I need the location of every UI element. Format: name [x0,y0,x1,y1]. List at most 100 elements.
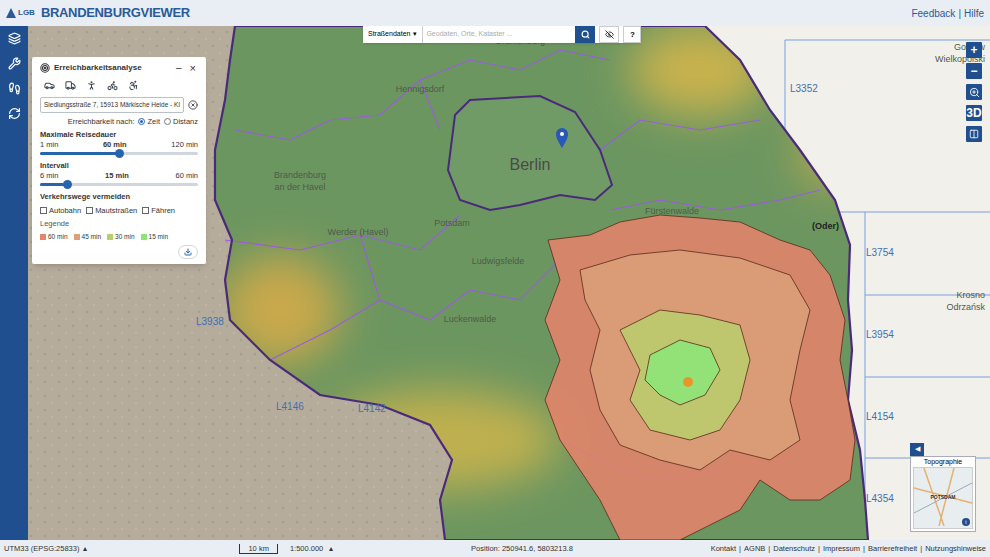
app: LGB BRANDENBURGVIEWER Feedback | Hilfe Berlin… [0,0,990,557]
link-separator: | [920,543,922,554]
info-button[interactable]: i [962,518,970,526]
avoid-checkbox[interactable]: Mautstraßen [86,205,137,216]
wheelchair-icon[interactable] [128,80,139,91]
refresh-icon[interactable] [8,107,21,120]
checkbox-box [86,207,93,214]
bike-icon[interactable] [107,80,118,91]
brandenburg-area [215,26,868,540]
tools-icon[interactable] [8,57,21,70]
car-icon[interactable] [44,80,55,91]
slider-min: 6 min [40,171,58,181]
place-label: Odrzańsk [946,302,985,312]
help-button[interactable]: ? [623,26,641,43]
search-bar: Straßendaten▾Geodaten, Orte, Kataster ..… [363,26,641,43]
mode-selector [40,77,198,94]
legend-item: 30 min [107,232,135,242]
avoid-checkbox[interactable]: Fähren [142,205,175,216]
panel-header: Erreichbarkeitsanalyse–× [40,62,198,74]
start-point-marker[interactable] [683,377,693,387]
help-link[interactable]: Hilfe [964,6,984,21]
search-button[interactable] [575,26,595,43]
city-label: Berlin [510,156,551,173]
footer-link[interactable]: AGNB [744,543,765,554]
location-pin-icon[interactable] [556,128,568,148]
slider-group: Intervall6 min15 min60 min [40,161,198,189]
crs-selector[interactable]: UTM33 (EPSG:25833)▴ [4,543,87,554]
legend-item: 15 min [141,232,169,242]
zoom-in-button[interactable]: + [966,42,982,58]
legend-swatch [141,234,147,240]
search-input[interactable]: Geodaten, Orte, Kataster ... [423,26,575,43]
minimap-toggle[interactable]: ◀ [910,443,924,456]
place-label: an der Havel [274,182,325,192]
road-label: L4354 [866,493,894,504]
slider-group: Maximale Reisedauer1 min60 min120 min [40,130,198,158]
map: BerlinOranienburgHennigsdorfBrandenburga… [28,26,990,540]
clear-icon[interactable] [188,100,198,110]
footer-link[interactable]: Barrierefreiheit [868,543,917,554]
split-button[interactable] [966,126,982,142]
slider-handle[interactable] [115,149,124,158]
link-separator: | [818,543,820,554]
raster-background [28,26,990,540]
avoid-label: Verkehrswege vermeiden [40,192,198,202]
isochrone-area [545,215,855,540]
slider-track[interactable] [40,183,198,186]
route-icon[interactable] [8,82,21,95]
download-icon [184,248,192,256]
feedback-link[interactable]: Feedback [911,6,955,21]
zoom-box-button[interactable] [966,84,982,100]
slider-label: Maximale Reisedauer [40,130,198,140]
close-button[interactable]: × [188,63,198,74]
criterion-radio[interactable]: Zeit [138,116,160,127]
logo[interactable]: LGB [6,7,35,19]
3d-button[interactable]: 3D [966,105,982,121]
app-title: BRANDENBURGVIEWER [41,3,190,23]
checkbox-box [40,207,47,214]
scale-bar: 10 km [239,544,277,554]
slider-handle[interactable] [63,180,72,189]
slider-max: 120 min [171,140,198,150]
scale-selector[interactable]: 1:500.000▴ [290,543,333,554]
radio-mark [164,118,171,125]
target-icon [40,63,50,73]
layer-dropdown[interactable]: Straßendaten▾ [363,26,423,43]
truck-icon[interactable] [65,80,76,91]
sidebar [0,26,28,540]
isochrone-area [580,250,810,470]
slider-track[interactable] [40,152,198,155]
minimap-view[interactable]: POTSDAMi [913,467,973,529]
hide-button[interactable] [599,26,619,43]
footer-link[interactable]: Kontakt [711,543,736,554]
isochrone-area [620,310,750,440]
criterion-radio[interactable]: Distanz [164,116,198,127]
place-label: Werder (Havel) [328,227,389,237]
avoid-checkbox[interactable]: Autobahn [40,205,81,216]
footer-link[interactable]: Nutzungshinweise [925,543,986,554]
slider-max: 60 min [175,171,198,181]
criterion-row: Erreichbarkeit nach:ZeitDistanz [40,116,198,127]
top-bar: LGBBRANDENBURGVIEWERFeedback|Hilfe [0,0,990,26]
place-label: Hennigsdorf [396,84,445,94]
lgb-logo-icon [6,8,16,18]
zoom-out-button[interactable]: − [966,63,982,79]
place-label: Luckenwalde [444,314,497,324]
download-button[interactable] [178,245,198,259]
road-label: L3954 [866,329,894,340]
status-bar: UTM33 (EPSG:25833)▴ 10 km 1:500.000▴ Positi… [0,540,990,557]
footer-link[interactable]: Datenschutz [773,543,815,554]
state-border [215,26,868,540]
minimize-button[interactable]: – [174,63,184,73]
footer-link[interactable]: Impressum [823,543,860,554]
layers-icon[interactable] [8,32,21,45]
slider-min: 1 min [40,140,58,150]
split-icon [969,129,979,139]
cursor-position: Position: 250941.6, 5803213.8 [471,543,573,554]
road-label: L4142 [358,403,386,414]
avoid-options: Autobahn Mautstraßen Fähren [40,205,198,216]
road-label: L3352 [790,83,818,94]
address-field[interactable]: Siedlungsstraße 7, 15913 Märkische Heide… [40,97,184,113]
walk-icon[interactable] [86,80,97,91]
map-controls: + − 3D [966,42,982,142]
minimap: TopographiePOTSDAMi [910,456,976,532]
